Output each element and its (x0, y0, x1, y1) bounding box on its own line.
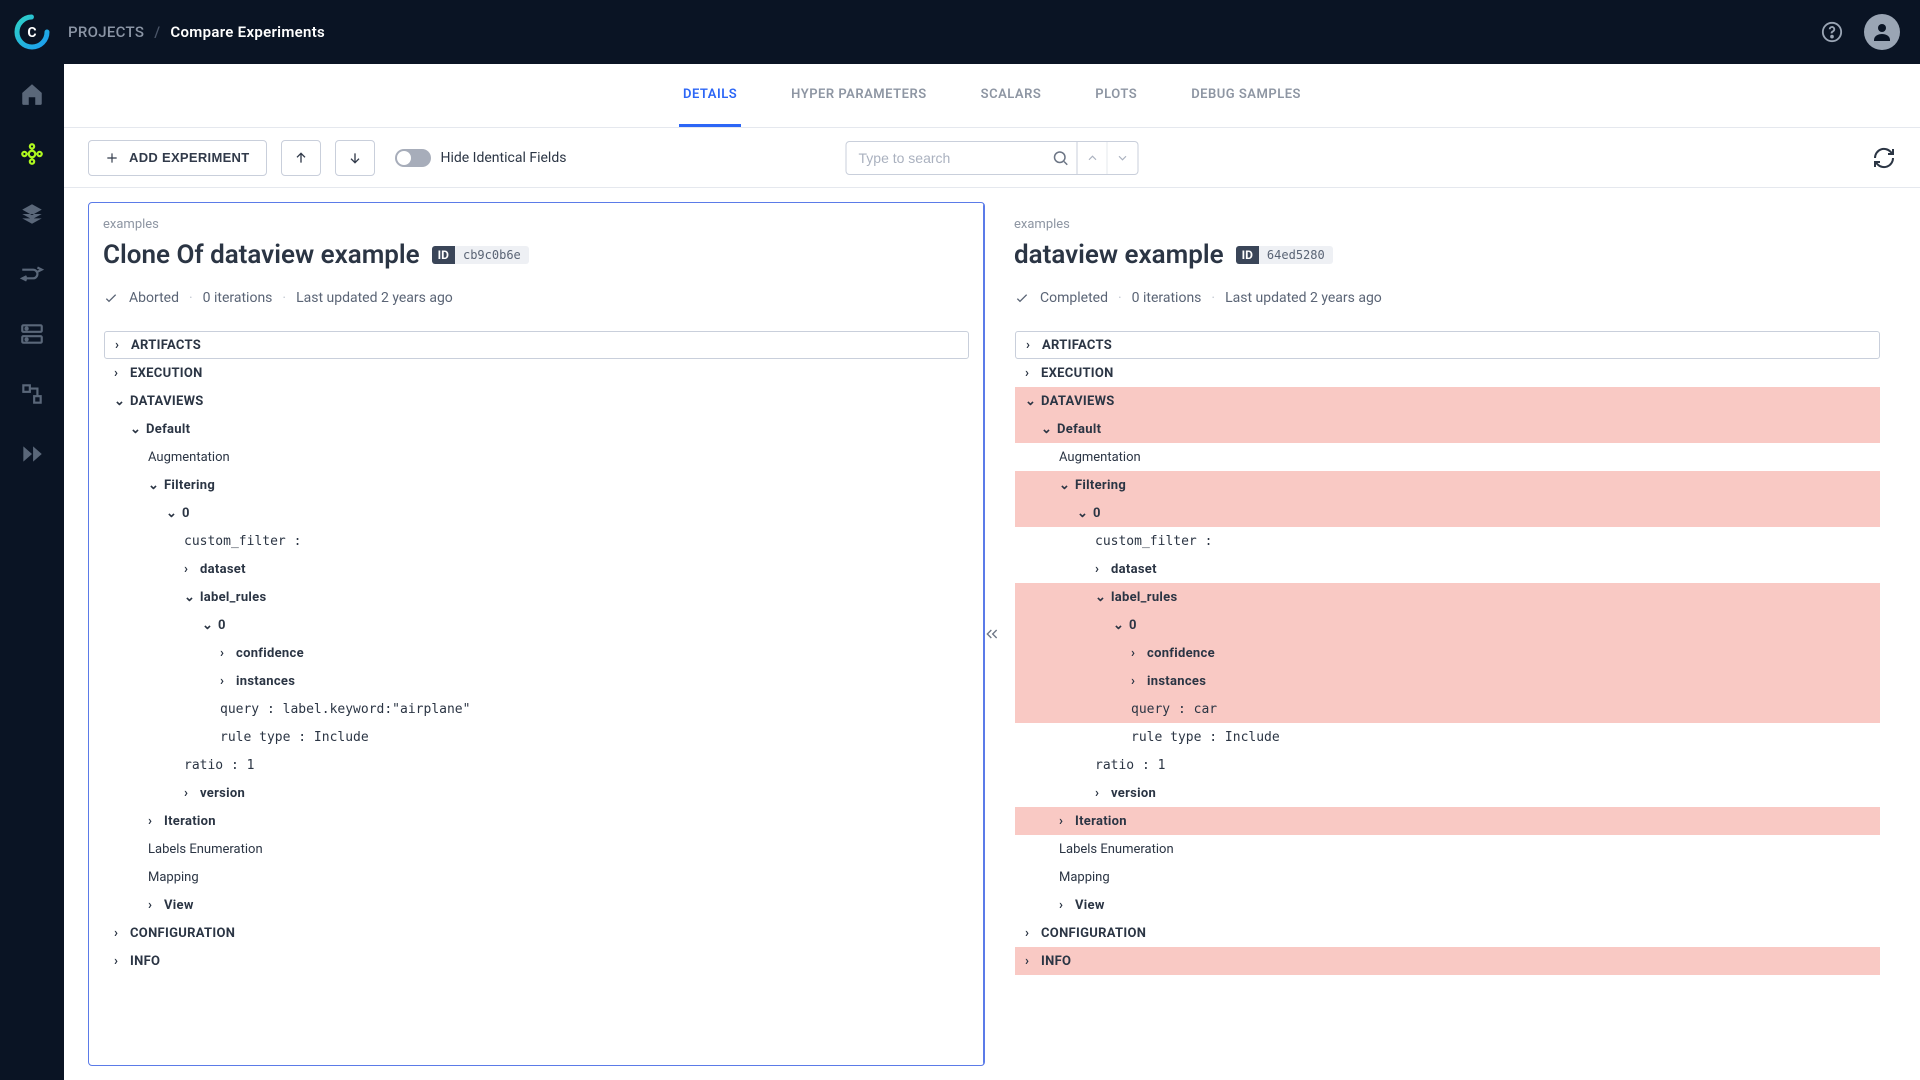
node-view[interactable]: ›View (1015, 891, 1880, 919)
node-mapping[interactable]: Mapping (104, 863, 969, 891)
node-lr-0[interactable]: ⌄0 (104, 611, 969, 639)
node-label-rules[interactable]: ⌄label_rules (1015, 583, 1880, 611)
svg-text:C: C (27, 25, 36, 41)
tab-scalars[interactable]: SCALARS (977, 65, 1046, 127)
node-default[interactable]: ⌄Default (1015, 415, 1880, 443)
node-query: query : car (1015, 695, 1880, 723)
app-logo[interactable]: C (12, 12, 52, 52)
tabs: DETAILS HYPER PARAMETERS SCALARS PLOTS D… (64, 64, 1920, 128)
help-icon[interactable] (1818, 18, 1846, 46)
hide-identical-label: Hide Identical Fields (441, 150, 567, 166)
node-filter-0[interactable]: ⌄0 (104, 499, 969, 527)
section-info[interactable]: ›INFO (104, 947, 969, 975)
sidebar-vector-icon[interactable] (16, 378, 48, 410)
node-filtering[interactable]: ⌄Filtering (104, 471, 969, 499)
node-version[interactable]: ›version (104, 779, 969, 807)
check-icon (1014, 290, 1030, 306)
node-filter-0[interactable]: ⌄0 (1015, 499, 1880, 527)
add-experiment-button[interactable]: ADD EXPERIMENT (88, 140, 267, 176)
node-label-rules[interactable]: ⌄label_rules (104, 583, 969, 611)
sidebar-forward-icon[interactable] (16, 438, 48, 470)
section-execution[interactable]: ›EXECUTION (104, 359, 969, 387)
project-tag[interactable]: examples (103, 217, 970, 232)
section-configuration[interactable]: ›CONFIGURATION (104, 919, 969, 947)
node-mapping[interactable]: Mapping (1015, 863, 1880, 891)
node-dataset[interactable]: ›dataset (104, 555, 969, 583)
check-icon (103, 290, 119, 306)
experiment-id-badge[interactable]: ID cb9c0b6e (432, 246, 529, 264)
tab-debug-samples[interactable]: DEBUG SAMPLES (1187, 65, 1305, 127)
iterations-text: 0 iterations (203, 290, 273, 306)
node-confidence[interactable]: ›confidence (1015, 639, 1880, 667)
section-artifacts[interactable]: ›ARTIFACTS (104, 331, 969, 359)
node-augmentation[interactable]: Augmentation (1015, 443, 1880, 471)
updated-text: Last updated 2 years ago (296, 290, 453, 306)
status-text: Completed (1040, 290, 1108, 306)
hide-identical-toggle[interactable] (395, 149, 431, 167)
node-default[interactable]: ⌄Default (104, 415, 969, 443)
node-instances[interactable]: ›instances (104, 667, 969, 695)
sidebar-pipelines-icon[interactable] (16, 258, 48, 290)
section-execution[interactable]: ›EXECUTION (1015, 359, 1880, 387)
collapse-handle-icon[interactable] (982, 614, 1002, 654)
breadcrumb: PROJECTS / Compare Experiments (68, 23, 325, 41)
node-ratio: ratio : 1 (104, 751, 969, 779)
node-version[interactable]: ›version (1015, 779, 1880, 807)
updated-text: Last updated 2 years ago (1225, 290, 1382, 306)
experiment-meta: Completed · 0 iterations · Last updated … (1014, 290, 1881, 306)
node-filtering[interactable]: ⌄Filtering (1015, 471, 1880, 499)
node-iteration[interactable]: ›Iteration (1015, 807, 1880, 835)
search-prev-icon[interactable] (1078, 142, 1108, 174)
sidebar-layers-icon[interactable] (16, 198, 48, 230)
experiment-meta: Aborted · 0 iterations · Last updated 2 … (103, 290, 970, 306)
avatar-icon[interactable] (1864, 14, 1900, 50)
node-labels-enum[interactable]: Labels Enumeration (1015, 835, 1880, 863)
node-custom-filter: custom_filter : (1015, 527, 1880, 555)
node-confidence[interactable]: ›confidence (104, 639, 969, 667)
tab-plots[interactable]: PLOTS (1091, 65, 1141, 127)
node-iteration[interactable]: ›Iteration (104, 807, 969, 835)
experiment-title[interactable]: Clone Of dataview example (103, 240, 420, 270)
node-lr-0[interactable]: ⌄0 (1015, 611, 1880, 639)
sidebar-projects-icon[interactable] (16, 138, 48, 170)
node-labels-enum[interactable]: Labels Enumeration (104, 835, 969, 863)
add-experiment-label: ADD EXPERIMENT (129, 150, 250, 165)
node-instances[interactable]: ›instances (1015, 667, 1880, 695)
sidebar-home-icon[interactable] (16, 78, 48, 110)
search-icon[interactable] (1052, 149, 1070, 167)
experiment-column-compare: examples dataview example ID 64ed5280 Co… (999, 202, 1896, 1066)
breadcrumb-root[interactable]: PROJECTS (68, 23, 144, 41)
node-custom-filter: custom_filter : (104, 527, 969, 555)
node-augmentation[interactable]: Augmentation (104, 443, 969, 471)
experiment-id-badge[interactable]: ID 64ed5280 (1236, 246, 1333, 264)
section-configuration[interactable]: ›CONFIGURATION (1015, 919, 1880, 947)
status-text: Aborted (129, 290, 179, 306)
node-rule-type: rule type : Include (104, 723, 969, 751)
section-dataviews[interactable]: ⌄DATAVIEWS (104, 387, 969, 415)
breadcrumb-current: Compare Experiments (170, 23, 325, 41)
next-diff-button[interactable] (335, 140, 375, 176)
prev-diff-button[interactable] (281, 140, 321, 176)
node-dataset[interactable]: ›dataset (1015, 555, 1880, 583)
tab-details[interactable]: DETAILS (679, 65, 741, 127)
auto-refresh-icon[interactable] (1872, 146, 1896, 170)
tab-hyper-parameters[interactable]: HYPER PARAMETERS (787, 65, 930, 127)
iterations-text: 0 iterations (1132, 290, 1202, 306)
node-rule-type: rule type : Include (1015, 723, 1880, 751)
experiment-column-base: examples Clone Of dataview example ID cb… (88, 202, 985, 1066)
sidebar-servers-icon[interactable] (16, 318, 48, 350)
experiment-title[interactable]: dataview example (1014, 240, 1224, 270)
node-ratio: ratio : 1 (1015, 751, 1880, 779)
section-dataviews[interactable]: ⌄DATAVIEWS (1015, 387, 1880, 415)
section-artifacts[interactable]: ›ARTIFACTS (1015, 331, 1880, 359)
search-input[interactable] (846, 141, 1078, 175)
breadcrumb-sep: / (154, 23, 160, 41)
node-view[interactable]: ›View (104, 891, 969, 919)
project-tag[interactable]: examples (1014, 217, 1881, 232)
search-next-icon[interactable] (1108, 142, 1138, 174)
node-query: query : label.keyword:"airplane" (104, 695, 969, 723)
section-info[interactable]: ›INFO (1015, 947, 1880, 975)
